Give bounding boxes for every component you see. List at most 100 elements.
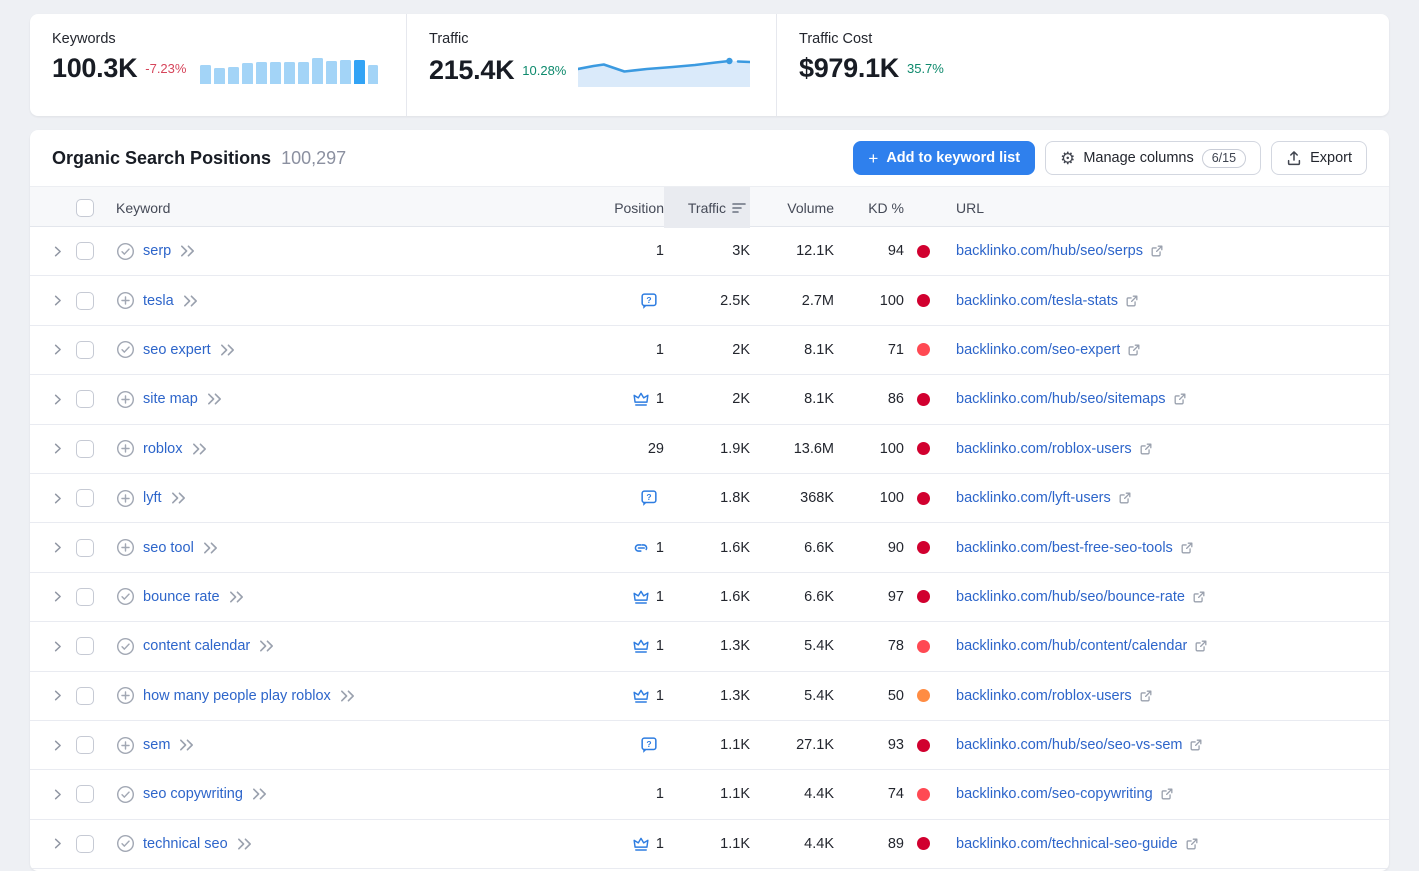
external-link-icon[interactable] [1118,491,1132,505]
double-chevron-icon[interactable] [170,491,187,505]
url-link[interactable]: backlinko.com/hub/content/calendar [956,638,1187,654]
double-chevron-icon[interactable] [178,738,195,752]
url-link[interactable]: backlinko.com/seo-expert [956,342,1120,358]
external-link-icon[interactable] [1173,392,1187,406]
keyword-link[interactable]: content calendar [143,638,250,654]
url-link[interactable]: backlinko.com/hub/seo/serps [956,243,1143,259]
url-link[interactable]: backlinko.com/best-free-seo-tools [956,540,1173,556]
add-to-keyword-list-button[interactable]: + Add to keyword list [853,141,1035,175]
expand-row-button[interactable] [50,589,76,604]
row-checkbox[interactable] [76,242,94,260]
chevron-right-icon [50,787,65,802]
external-link-icon[interactable] [1185,837,1199,851]
double-chevron-icon[interactable] [179,244,196,258]
expand-row-button[interactable] [50,836,76,851]
expand-row-button[interactable] [50,392,76,407]
row-checkbox[interactable] [76,588,94,606]
keyword-link[interactable]: lyft [143,490,162,506]
keyword-add-plus-icon[interactable] [116,390,135,409]
double-chevron-icon[interactable] [191,442,208,456]
url-link[interactable]: backlinko.com/roblox-users [956,441,1132,457]
double-chevron-icon[interactable] [206,392,223,406]
keyword-add-plus-icon[interactable] [116,538,135,557]
keyword-link[interactable]: how many people play roblox [143,688,331,704]
url-link[interactable]: backlinko.com/tesla-stats [956,293,1118,309]
url-link[interactable]: backlinko.com/hub/seo/sitemaps [956,391,1166,407]
volume-value: 2.7M [750,293,834,309]
keyword-link[interactable]: site map [143,391,198,407]
row-checkbox[interactable] [76,341,94,359]
expand-row-button[interactable] [50,342,76,357]
url-link[interactable]: backlinko.com/hub/seo/seo-vs-sem [956,737,1182,753]
double-chevron-icon[interactable] [258,639,275,653]
url-link[interactable]: backlinko.com/lyft-users [956,490,1111,506]
external-link-icon[interactable] [1150,244,1164,258]
double-chevron-icon[interactable] [251,787,268,801]
manage-columns-button[interactable]: ⚙ Manage columns 6/15 [1045,141,1261,175]
keyword-add-plus-icon[interactable] [116,736,135,755]
keyword-link[interactable]: roblox [143,441,183,457]
summary-traffic: Traffic 215.4K 10.28% [406,14,776,116]
keyword-add-plus-icon[interactable] [116,439,135,458]
keyword-add-plus-icon[interactable] [116,489,135,508]
row-checkbox[interactable] [76,292,94,310]
keyword-link[interactable]: sem [143,737,170,753]
row-checkbox[interactable] [76,835,94,853]
row-checkbox[interactable] [76,736,94,754]
row-checkbox[interactable] [76,489,94,507]
row-checkbox[interactable] [76,785,94,803]
external-link-icon[interactable] [1127,343,1141,357]
select-all-checkbox[interactable] [76,199,94,217]
export-button[interactable]: Export [1271,141,1367,175]
keyword-link[interactable]: tesla [143,293,174,309]
url-link[interactable]: backlinko.com/seo-copywriting [956,786,1153,802]
keyword-link[interactable]: seo copywriting [143,786,243,802]
position-cell: ? 29 [576,441,664,457]
double-chevron-icon[interactable] [339,689,356,703]
row-checkbox[interactable] [76,687,94,705]
chevron-right-icon [50,688,65,703]
expand-row-button[interactable] [50,787,76,802]
url-link[interactable]: backlinko.com/hub/seo/bounce-rate [956,589,1185,605]
expand-row-button[interactable] [50,441,76,456]
external-link-icon[interactable] [1192,590,1206,604]
double-chevron-icon[interactable] [182,294,199,308]
keyword-link[interactable]: bounce rate [143,589,220,605]
external-link-icon[interactable] [1189,738,1203,752]
column-header-kd[interactable]: KD % [834,187,904,228]
double-chevron-icon[interactable] [202,541,219,555]
expand-row-button[interactable] [50,293,76,308]
keyword-add-plus-icon[interactable] [116,686,135,705]
external-link-icon[interactable] [1139,442,1153,456]
column-header-position[interactable]: Position [576,187,664,228]
expand-row-button[interactable] [50,540,76,555]
external-link-icon[interactable] [1125,294,1139,308]
expand-row-button[interactable] [50,639,76,654]
row-checkbox[interactable] [76,390,94,408]
row-checkbox[interactable] [76,539,94,557]
expand-row-button[interactable] [50,738,76,753]
double-chevron-icon[interactable] [219,343,236,357]
keyword-link[interactable]: technical seo [143,836,228,852]
column-header-volume[interactable]: Volume [750,187,834,228]
keyword-link[interactable]: serp [143,243,171,259]
url-link[interactable]: backlinko.com/roblox-users [956,688,1132,704]
chevron-right-icon [50,342,65,357]
external-link-icon[interactable] [1139,689,1153,703]
expand-row-button[interactable] [50,688,76,703]
expand-row-button[interactable] [50,244,76,259]
double-chevron-icon[interactable] [228,590,245,604]
keyword-link[interactable]: seo expert [143,342,211,358]
expand-row-button[interactable] [50,491,76,506]
kd-dot [917,640,930,653]
external-link-icon[interactable] [1194,639,1208,653]
keyword-add-plus-icon[interactable] [116,291,135,310]
keyword-link[interactable]: seo tool [143,540,194,556]
row-checkbox[interactable] [76,637,94,655]
row-checkbox[interactable] [76,440,94,458]
external-link-icon[interactable] [1160,787,1174,801]
external-link-icon[interactable] [1180,541,1194,555]
double-chevron-icon[interactable] [236,837,253,851]
column-header-traffic[interactable]: Traffic [664,187,750,228]
url-link[interactable]: backlinko.com/technical-seo-guide [956,836,1178,852]
